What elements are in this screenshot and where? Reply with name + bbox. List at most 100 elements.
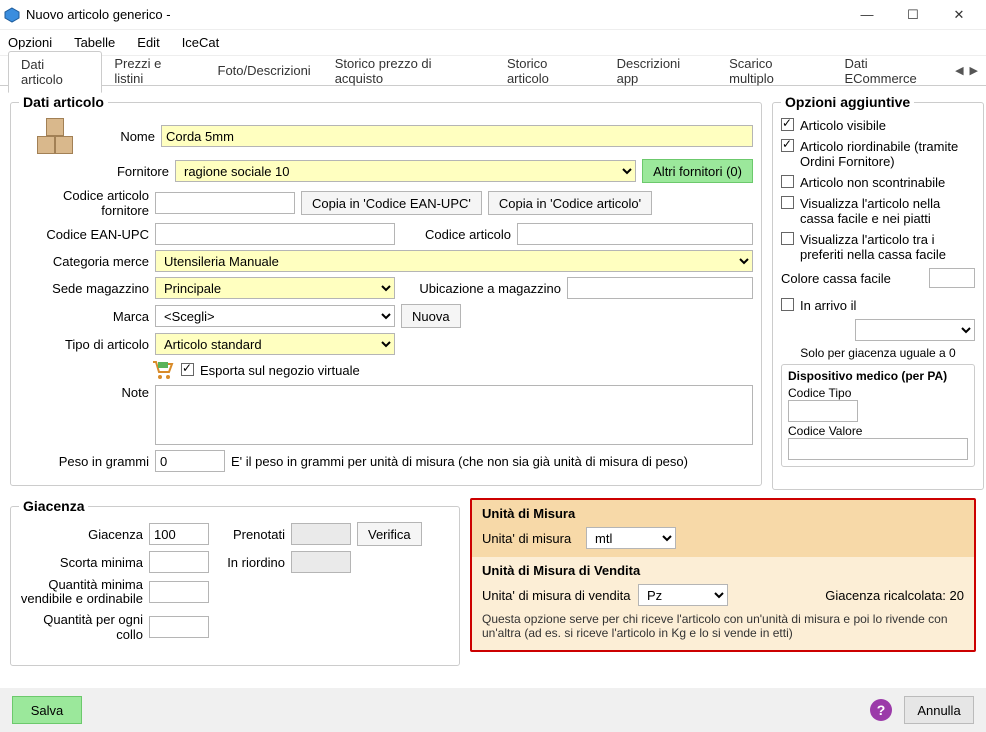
unita-misura-select[interactable]: mtl — [586, 527, 676, 549]
cassa-facile-checkbox[interactable] — [781, 196, 794, 209]
tab-scroll-right-icon[interactable]: ▶ — [970, 64, 978, 77]
categoria-label: Categoria merce — [19, 254, 149, 269]
tab-ecommerce[interactable]: Dati ECommerce — [833, 51, 956, 91]
product-icon — [37, 118, 83, 154]
tab-dati-articolo[interactable]: Dati articolo — [8, 51, 102, 93]
non-scontrinabile-label: Articolo non scontrinabile — [800, 175, 945, 190]
menu-edit[interactable]: Edit — [137, 35, 159, 50]
dispositivo-medico-group: Dispositivo medico (per PA) Codice Tipo … — [781, 364, 975, 467]
colore-input[interactable] — [929, 268, 975, 288]
window-title: Nuovo articolo generico - — [26, 7, 844, 22]
ean-input[interactable] — [155, 223, 395, 245]
ean-label: Codice EAN-UPC — [19, 227, 149, 242]
note-textarea[interactable] — [155, 385, 753, 445]
esporta-label: Esporta sul negozio virtuale — [200, 363, 360, 378]
copia-ean-button[interactable]: Copia in 'Codice EAN-UPC' — [301, 191, 482, 215]
cassa-facile-label: Visualizza l'articolo nella cassa facile… — [800, 196, 975, 226]
tipo-label: Tipo di articolo — [19, 337, 149, 352]
note-label: Note — [19, 385, 149, 400]
ubicazione-label: Ubicazione a magazzino — [401, 281, 561, 296]
preferiti-checkbox-row[interactable]: Visualizza l'articolo tra i preferiti ne… — [781, 232, 975, 262]
sede-label: Sede magazzino — [19, 281, 149, 296]
tab-prezzi[interactable]: Prezzi e listini — [102, 51, 205, 91]
preferiti-label: Visualizza l'articolo tra i preferiti ne… — [800, 232, 975, 262]
tab-descrizioni-app[interactable]: Descrizioni app — [605, 51, 718, 91]
riordino-input — [291, 551, 351, 573]
giacenza-group: Giacenza Giacenza Prenotati Verifica Sco… — [10, 498, 460, 666]
non-scontrinabile-checkbox[interactable] — [781, 175, 794, 188]
qcollo-input[interactable] — [149, 616, 209, 638]
qmin-input[interactable] — [149, 581, 209, 603]
codice-valore-label: Codice Valore — [788, 424, 968, 438]
codice-valore-input[interactable] — [788, 438, 968, 460]
unita-misura-vendita-select[interactable]: Pz — [638, 584, 728, 606]
in-arrivo-date-select[interactable] — [855, 319, 975, 341]
peso-input[interactable] — [155, 450, 225, 472]
fornitore-label: Fornitore — [79, 164, 169, 179]
giacenza-legend: Giacenza — [19, 498, 88, 514]
menu-opzioni[interactable]: Opzioni — [8, 35, 52, 50]
qcollo-label: Quantità per ogni collo — [19, 612, 143, 642]
marca-label: Marca — [19, 309, 149, 324]
codice-fornitore-input[interactable] — [155, 192, 295, 214]
annulla-button[interactable]: Annulla — [904, 696, 974, 724]
nuova-marca-button[interactable]: Nuova — [401, 304, 461, 328]
window-buttons: — ☐ ✕ — [844, 0, 982, 30]
maximize-button[interactable]: ☐ — [890, 0, 936, 30]
tipo-select[interactable]: Articolo standard — [155, 333, 395, 355]
sede-select[interactable]: Principale — [155, 277, 395, 299]
close-window-button[interactable]: ✕ — [936, 0, 982, 30]
in-arrivo-label: In arrivo il — [800, 298, 856, 313]
cassa-facile-checkbox-row[interactable]: Visualizza l'articolo nella cassa facile… — [781, 196, 975, 226]
scorta-input[interactable] — [149, 551, 209, 573]
visibile-checkbox-row[interactable]: Articolo visibile — [781, 118, 975, 133]
esporta-checkbox[interactable] — [181, 363, 194, 376]
nome-input[interactable] — [161, 125, 753, 147]
categoria-select[interactable]: Utensileria Manuale — [155, 250, 753, 272]
dati-articolo-group: Dati articolo Nome Fornitore ragione soc… — [10, 94, 762, 486]
altri-fornitori-button[interactable]: Altri fornitori (0) — [642, 159, 753, 183]
codice-tipo-input[interactable] — [788, 400, 858, 422]
minimize-button[interactable]: — — [844, 0, 890, 30]
dati-articolo-legend: Dati articolo — [19, 94, 108, 110]
verifica-button[interactable]: Verifica — [357, 522, 422, 546]
giacenza-input[interactable] — [149, 523, 209, 545]
visibile-checkbox[interactable] — [781, 118, 794, 131]
unita-misura-vendita-legend: Unità di Misura di Vendita — [482, 563, 964, 578]
solo-giacenza-label: Solo per giacenza uguale a 0 — [781, 346, 975, 360]
help-icon[interactable]: ? — [870, 699, 892, 721]
giacenza-label: Giacenza — [19, 527, 143, 542]
tab-strip: Dati articolo Prezzi e listini Foto/Desc… — [0, 56, 986, 86]
riordinabile-checkbox-row[interactable]: Articolo riordinabile (tramite Ordini Fo… — [781, 139, 975, 169]
menu-icecat[interactable]: IceCat — [182, 35, 220, 50]
codice-tipo-label: Codice Tipo — [788, 386, 968, 400]
copia-articolo-button[interactable]: Copia in 'Codice articolo' — [488, 191, 652, 215]
dispositivo-medico-legend: Dispositivo medico (per PA) — [788, 369, 968, 383]
in-arrivo-checkbox[interactable] — [781, 298, 794, 311]
tab-scarico-multiplo[interactable]: Scarico multiplo — [717, 51, 832, 91]
unita-misura-label: Unita' di misura — [482, 531, 580, 546]
opzioni-aggiuntive-group: Opzioni aggiuntive Articolo visibile Art… — [772, 94, 984, 490]
footer-bar: Salva ? Annulla — [0, 688, 986, 732]
fornitore-select[interactable]: ragione sociale 10 — [175, 160, 636, 182]
salva-button[interactable]: Salva — [12, 696, 82, 724]
marca-select[interactable]: <Scegli> — [155, 305, 395, 327]
esporta-checkbox-row[interactable]: Esporta sul negozio virtuale — [181, 363, 360, 378]
preferiti-checkbox[interactable] — [781, 232, 794, 245]
tab-scroll-left-icon[interactable]: ◀ — [955, 64, 963, 77]
ubicazione-input[interactable] — [567, 277, 753, 299]
peso-label: Peso in grammi — [19, 454, 149, 469]
peso-hint: E' il peso in grammi per unità di misura… — [231, 454, 688, 469]
unita-misura-vendita-group: Unità di Misura di Vendita Unita' di mis… — [472, 557, 974, 650]
codice-fornitore-label: Codice articolo fornitore — [19, 188, 149, 218]
menu-tabelle[interactable]: Tabelle — [74, 35, 115, 50]
tab-storico-articolo[interactable]: Storico articolo — [495, 51, 605, 91]
codice-articolo-input[interactable] — [517, 223, 753, 245]
riordinabile-checkbox[interactable] — [781, 139, 794, 152]
tab-foto[interactable]: Foto/Descrizioni — [206, 58, 323, 83]
prenotati-label: Prenotati — [215, 527, 285, 542]
in-arrivo-checkbox-row[interactable]: In arrivo il — [781, 298, 975, 313]
unita-misura-legend: Unità di Misura — [482, 506, 964, 521]
non-scontrinabile-checkbox-row[interactable]: Articolo non scontrinabile — [781, 175, 975, 190]
tab-storico-acquisto[interactable]: Storico prezzo di acquisto — [323, 51, 495, 91]
